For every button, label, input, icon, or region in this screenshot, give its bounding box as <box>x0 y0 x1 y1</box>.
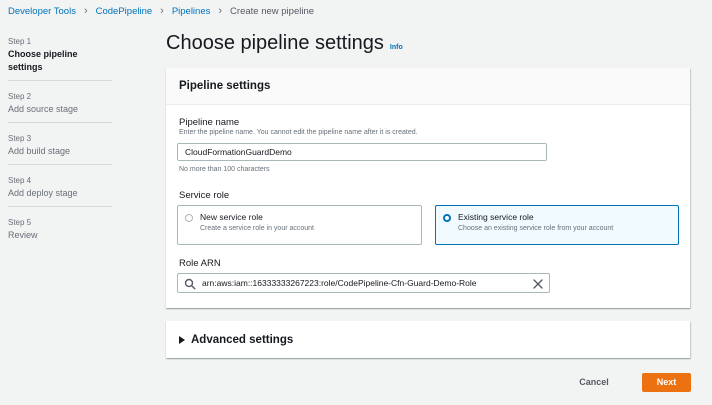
step-number: Step 3 <box>8 134 32 143</box>
pipeline-name-constraint: No more than 100 characters <box>179 166 270 173</box>
breadcrumb-current: Create new pipeline <box>230 5 315 17</box>
role-arn-search-input[interactable]: arn:aws:iam::16333333267223:role/CodePip… <box>177 273 550 293</box>
cancel-button[interactable]: Cancel <box>568 373 620 392</box>
breadcrumb-pipelines[interactable]: Pipelines <box>172 6 211 17</box>
pipeline-settings-panel: Pipeline settings Pipeline name Enter th… <box>166 68 690 308</box>
service-role-label: Service role <box>179 190 230 201</box>
step-number: Step 4 <box>8 176 32 185</box>
radio-button[interactable] <box>443 214 451 222</box>
radio-description: Create a service role in your account <box>200 225 314 232</box>
chevron-right-icon: › <box>83 5 88 17</box>
step-divider <box>8 164 112 165</box>
chevron-right-icon: › <box>160 5 164 17</box>
step-3: Step 3 Add build stage <box>8 133 112 165</box>
pipeline-name-label: Pipeline name <box>179 117 240 128</box>
radio-new-service-role[interactable]: New service role Create a service role i… <box>177 205 422 245</box>
breadcrumb-codepipeline[interactable]: CodePipeline <box>96 6 153 17</box>
step-title: Add deploy stage <box>8 188 78 198</box>
page-header: Choose pipeline settings Info <box>166 32 403 55</box>
step-number: Step 1 <box>8 37 32 46</box>
radio-existing-service-role[interactable]: Existing service role Choose an existing… <box>435 205 679 245</box>
step-5: Step 5 Review <box>8 217 112 242</box>
step-divider <box>8 80 112 81</box>
radio-description: Choose an existing service role from you… <box>458 225 614 232</box>
role-arn-label: Role ARN <box>179 258 221 269</box>
role-arn-value: arn:aws:iam::16333333267223:role/CodePip… <box>202 278 477 288</box>
search-icon <box>184 277 196 295</box>
step-number: Step 5 <box>8 218 32 227</box>
info-link[interactable]: Info <box>390 44 403 51</box>
wizard-steps: Step 1 Choose pipeline settings Step 2 A… <box>8 36 112 252</box>
advanced-settings-expander[interactable]: Advanced settings <box>166 321 690 358</box>
radio-button[interactable] <box>185 214 193 222</box>
radio-title: Existing service role <box>458 212 534 222</box>
step-title: Add source stage <box>8 104 79 114</box>
step-title: Review <box>8 230 38 240</box>
breadcrumb-developer-tools[interactable]: Developer Tools <box>8 6 76 17</box>
pipeline-name-input[interactable]: CloudFormationGuardDemo <box>177 143 547 161</box>
chevron-right-icon: › <box>218 5 223 17</box>
caret-right-icon <box>179 331 185 349</box>
step-1: Step 1 Choose pipeline settings <box>8 36 112 81</box>
pipeline-name-description: Enter the pipeline name. You cannot edit… <box>179 129 418 136</box>
step-4: Step 4 Add deploy stage <box>8 175 112 207</box>
step-title: Choose pipeline settings <box>8 49 78 72</box>
breadcrumb: Developer Tools › CodePipeline › Pipelin… <box>8 4 314 18</box>
step-number: Step 2 <box>8 92 32 101</box>
next-button[interactable]: Next <box>642 373 691 392</box>
panel-header: Pipeline settings <box>166 68 690 105</box>
step-2: Step 2 Add source stage <box>8 91 112 123</box>
radio-title: New service role <box>200 212 263 222</box>
page-title: Choose pipeline settings <box>166 32 384 54</box>
close-icon[interactable] <box>532 277 544 295</box>
advanced-settings-label: Advanced settings <box>191 333 294 346</box>
step-title: Add build stage <box>8 146 71 156</box>
step-divider <box>8 206 112 207</box>
step-divider <box>8 122 112 123</box>
